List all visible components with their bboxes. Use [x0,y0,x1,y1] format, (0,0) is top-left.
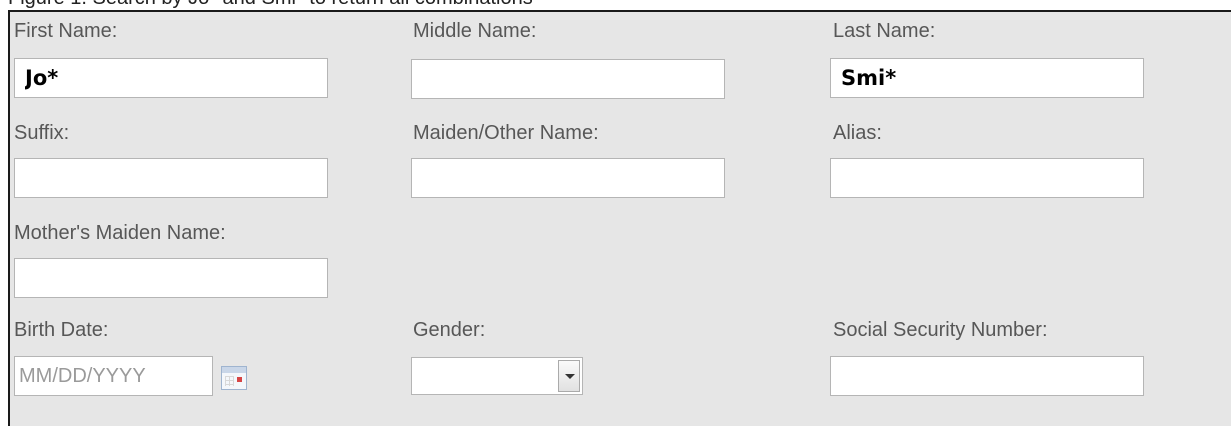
mothers-maiden-name-label: Mother's Maiden Name: [14,222,226,244]
suffix-label: Suffix: [14,122,70,144]
first-name-label: First Name: [14,20,118,42]
chevron-down-icon[interactable] [558,360,580,392]
alias-label: Alias: [833,122,882,144]
mothers-maiden-name-field[interactable] [14,258,328,298]
birth-date-label: Birth Date: [14,319,109,341]
maiden-other-name-label: Maiden/Other Name: [413,122,599,144]
gender-label: Gender: [413,319,486,341]
figure-caption: Figure 1. Search by Jo* and Smi* to retu… [8,0,533,10]
calendar-icon[interactable] [221,366,247,390]
maiden-other-name-field[interactable] [411,158,725,198]
last-name-label: Last Name: [833,20,936,42]
first-name-field[interactable] [14,58,328,98]
middle-name-label: Middle Name: [413,20,537,42]
middle-name-field[interactable] [411,59,725,99]
gender-select[interactable] [411,357,583,395]
ssn-field[interactable] [830,356,1144,396]
alias-field[interactable] [830,158,1144,198]
suffix-field[interactable] [14,158,328,198]
last-name-field[interactable] [830,58,1144,98]
birth-date-field[interactable] [14,356,213,396]
ssn-label: Social Security Number: [833,319,1048,341]
search-form-panel: First Name: Middle Name: Last Name: Suff… [8,10,1231,426]
